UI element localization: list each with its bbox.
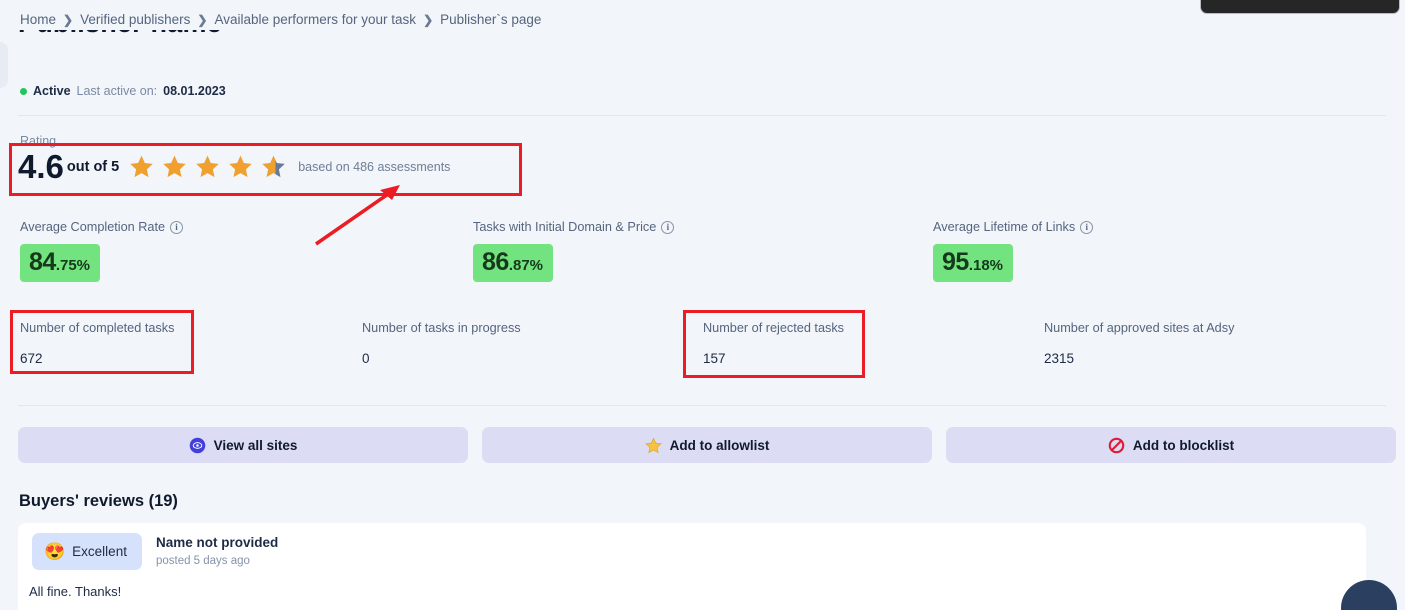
top-overlay-widget[interactable] [1200, 0, 1400, 14]
breadcrumb-item-publishers-page: Publisher`s page [440, 12, 542, 27]
metric-value-badge: 84.75% [20, 244, 101, 282]
metric-average-completion-rate: Average Completion Rate i 84.75% [20, 220, 184, 282]
stat-label: Number of rejected tasks [703, 321, 845, 335]
breadcrumb-separator-icon: ❯ [197, 12, 208, 27]
stat-tasks-in-progress: Number of tasks in progress 0 [362, 321, 521, 366]
metric-title: Average Lifetime of Links i [933, 220, 1094, 234]
stat-label: Number of completed tasks [20, 321, 175, 335]
metric-value-badge: 86.87% [473, 244, 554, 282]
avatar [0, 42, 8, 88]
annotation-arrow [315, 185, 400, 246]
metric-value-fraction: .87% [508, 257, 544, 274]
metric-average-lifetime-of-links: Average Lifetime of Links i 95.18% [933, 220, 1094, 282]
publisher-page: Home ❯ Verified publishers ❯ Available p… [0, 0, 1405, 610]
breadcrumb-item-home[interactable]: Home [20, 12, 56, 27]
stat-value: 672 [20, 351, 43, 366]
metric-value-integer: 84 [29, 248, 56, 276]
review-sentiment-label: Excellent [72, 544, 127, 559]
stat-label: Number of tasks in progress [362, 321, 521, 335]
stat-value: 157 [703, 351, 726, 366]
status-dot-icon [20, 87, 27, 95]
prohibition-icon [1108, 437, 1125, 453]
last-active-label: Last active on: [76, 84, 158, 98]
star-icon-partial [262, 155, 285, 178]
review-timestamp: posted 5 days ago [155, 555, 250, 567]
info-icon[interactable]: i [1080, 220, 1094, 234]
stat-label: Number of approved sites at Adsy [1044, 321, 1235, 335]
action-bar: View all sites Add to allowlist Add to b… [18, 427, 1396, 463]
stat-value: 2315 [1044, 351, 1075, 366]
metric-title: Average Completion Rate i [20, 220, 184, 234]
star-icon [644, 437, 662, 453]
last-active-value: 08.01.2023 [163, 84, 226, 98]
page-title: Publisher name [18, 30, 438, 64]
stat-completed-tasks: Number of completed tasks 672 [20, 321, 174, 366]
add-to-blocklist-button[interactable]: Add to blocklist [946, 427, 1396, 463]
metric-value-integer: 86 [482, 248, 509, 276]
info-icon[interactable]: i [170, 220, 184, 234]
star-icon [130, 155, 153, 178]
review-sentiment-badge: 😍 Excellent [32, 533, 142, 570]
breadcrumb-item-verified-publishers[interactable]: Verified publishers [80, 12, 190, 27]
stat-rejected-tasks: Number of rejected tasks 157 [703, 321, 844, 366]
metric-value-badge: 95.18% [933, 244, 1014, 282]
review-body: All fine. Thanks! [29, 584, 122, 599]
review-header: 😍 Excellent Name not provided posted 5 d… [18, 523, 1366, 570]
rating-out-of: out of 5 [66, 158, 120, 175]
metric-value-fraction: .18% [968, 257, 1004, 274]
rating-stars [129, 154, 286, 179]
reviewer-name: Name not provided [155, 535, 279, 550]
heart-eyes-emoji-icon: 😍 [44, 542, 66, 561]
status-badge: Active [33, 84, 71, 98]
action-label: View all sites [213, 437, 298, 453]
metric-value-fraction: .75% [55, 257, 91, 274]
review-card: 😍 Excellent Name not provided posted 5 d… [18, 523, 1366, 610]
publisher-name: Publisher name [18, 30, 222, 39]
reviews-heading: Buyers' reviews (19) [19, 492, 178, 510]
stat-value: 0 [362, 351, 370, 366]
action-label: Add to allowlist [669, 437, 770, 453]
star-icon [163, 155, 186, 178]
star-icon [196, 155, 219, 178]
star-icon [229, 155, 252, 178]
breadcrumb-separator-icon: ❯ [423, 12, 434, 27]
metric-title: Tasks with Initial Domain & Price i [473, 220, 675, 234]
rating-label: Rating [20, 134, 57, 148]
metric-label: Tasks with Initial Domain & Price [473, 220, 657, 234]
divider [18, 115, 1386, 116]
metric-label: Average Lifetime of Links [933, 220, 1076, 234]
info-icon[interactable]: i [661, 220, 675, 234]
metric-tasks-with-initial-domain-price: Tasks with Initial Domain & Price i 86.8… [473, 220, 675, 282]
breadcrumb-item-available-performers[interactable]: Available performers for your task [214, 12, 416, 27]
eye-circle-icon [189, 437, 205, 453]
add-to-allowlist-button[interactable]: Add to allowlist [482, 427, 932, 463]
rating-assessments-count: based on 486 assessments [298, 159, 451, 174]
publisher-status: Active Last active on: 08.01.2023 [20, 84, 226, 98]
action-label: Add to blocklist [1132, 437, 1235, 453]
view-all-sites-button[interactable]: View all sites [18, 427, 468, 463]
breadcrumb-separator-icon: ❯ [63, 12, 74, 27]
breadcrumb: Home ❯ Verified publishers ❯ Available p… [20, 12, 541, 27]
rating-score: 4.6 [18, 148, 64, 185]
stat-approved-sites: Number of approved sites at Adsy 2315 [1044, 321, 1234, 366]
metric-label: Average Completion Rate [20, 220, 166, 234]
divider [18, 405, 1386, 406]
reviewer-info: Name not provided posted 5 days ago [156, 533, 278, 567]
metric-value-integer: 95 [942, 248, 969, 276]
rating-block: 4.6 out of 5 based on 486 assessments [18, 150, 450, 183]
